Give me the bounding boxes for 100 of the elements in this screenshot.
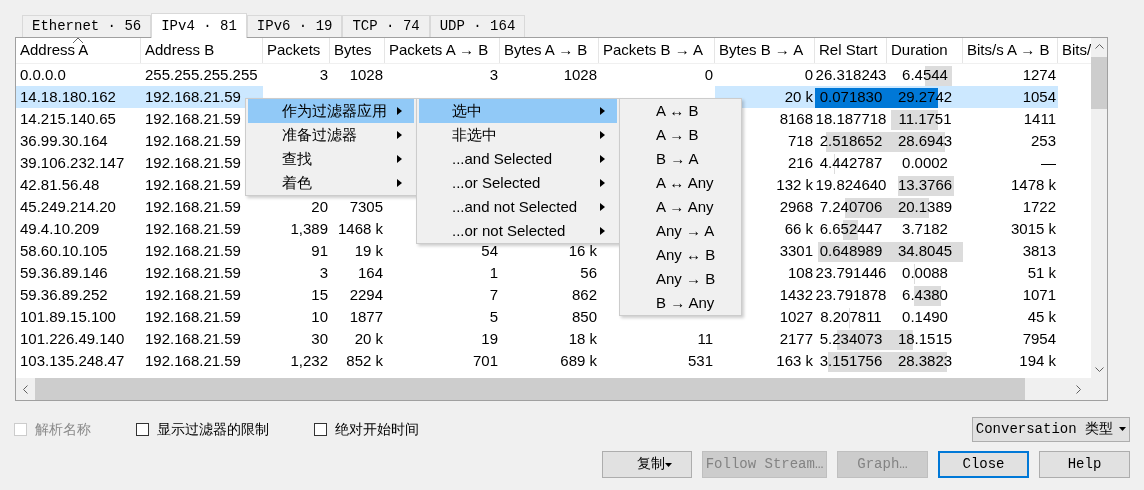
table-cell[interactable]: 19	[385, 328, 500, 350]
tab[interactable]: IPv4 · 81	[151, 13, 247, 38]
menu-item[interactable]: Any → A	[622, 219, 739, 243]
table-cell[interactable]: 0.648989	[815, 240, 887, 262]
menu-item[interactable]: B → A	[622, 147, 739, 171]
table-cell[interactable]: 1877	[330, 306, 385, 328]
table-cell[interactable]: 59.36.89.252	[16, 284, 141, 306]
tab[interactable]: IPv6 · 19	[246, 15, 343, 37]
menu-item[interactable]: A → Any	[622, 195, 739, 219]
table-cell[interactable]: 20 k	[330, 328, 385, 350]
table-cell[interactable]: 7305	[330, 196, 385, 218]
table-cell[interactable]: 39.106.232.147	[16, 152, 141, 174]
menu-item[interactable]: 着色	[248, 171, 414, 195]
table-cell[interactable]: 59.36.89.146	[16, 262, 141, 284]
table-cell[interactable]: 1028	[500, 64, 599, 86]
table-cell[interactable]: 51 k	[963, 262, 1058, 284]
table-cell[interactable]: 54	[385, 240, 500, 262]
table-cell[interactable]: 2177	[715, 328, 815, 350]
column-header[interactable]: Bytes B → A	[715, 38, 815, 63]
column-header[interactable]: Packets B → A	[599, 38, 715, 63]
dialog-button[interactable]: Help	[1039, 451, 1130, 478]
column-header[interactable]: Duration	[887, 38, 963, 63]
table-cell[interactable]: 2294	[330, 284, 385, 306]
table-cell[interactable]: 1411	[963, 108, 1058, 130]
tab[interactable]: Ethernet · 56	[22, 15, 152, 37]
table-cell[interactable]: 531	[599, 350, 715, 372]
table-cell[interactable]: 7	[385, 284, 500, 306]
table-cell[interactable]: 56	[500, 262, 599, 284]
table-cell[interactable]: 103.135.248.47	[16, 350, 141, 372]
table-cell[interactable]: 192.168.21.59	[141, 306, 263, 328]
table-cell[interactable]: 192.168.21.59	[141, 262, 263, 284]
table-cell[interactable]: 14.215.140.65	[16, 108, 141, 130]
table-cell[interactable]: 3	[385, 64, 500, 86]
table-cell[interactable]: 192.168.21.59	[141, 328, 263, 350]
menu-item[interactable]: 准备过滤器	[248, 123, 414, 147]
table-cell[interactable]: 101.89.15.100	[16, 306, 141, 328]
tab[interactable]: TCP · 74	[342, 15, 430, 37]
tab[interactable]: UDP · 164	[429, 15, 526, 37]
table-cell[interactable]: 255.255.255.255	[141, 64, 263, 86]
table-cell[interactable]: 1,389	[263, 218, 330, 240]
menu-item[interactable]: A → B	[622, 123, 739, 147]
table-cell[interactable]: 0.071830	[815, 86, 887, 108]
column-header[interactable]: Packets A → B	[385, 38, 500, 63]
table-cell[interactable]: 16 k	[500, 240, 599, 262]
table-cell[interactable]: 45 k	[963, 306, 1058, 328]
table-cell[interactable]: 1722	[963, 196, 1058, 218]
table-cell[interactable]: 194 k	[963, 350, 1058, 372]
menu-item[interactable]: 作为过滤器应用	[248, 99, 414, 123]
table-cell[interactable]: 852 k	[330, 350, 385, 372]
column-header[interactable]: Bytes A → B	[500, 38, 599, 63]
table-cell[interactable]: 1071	[963, 284, 1058, 306]
table-cell[interactable]: 0	[599, 64, 715, 86]
table-cell[interactable]: 1028	[330, 64, 385, 86]
table-cell[interactable]: 192.168.21.59	[141, 350, 263, 372]
table-cell[interactable]: 0	[715, 64, 815, 86]
table-cell[interactable]: 42.81.56.48	[16, 174, 141, 196]
table-cell[interactable]: 1	[385, 262, 500, 284]
table-cell[interactable]: 689 k	[500, 350, 599, 372]
table-cell[interactable]: 164	[330, 262, 385, 284]
table-cell[interactable]: 58.60.10.105	[16, 240, 141, 262]
column-header[interactable]: Rel Start	[815, 38, 887, 63]
table-cell[interactable]: —	[963, 152, 1058, 174]
menu-item[interactable]: A ↔ Any	[622, 171, 739, 195]
table-cell[interactable]: 253	[963, 130, 1058, 152]
menu-item[interactable]: Any ↔ B	[622, 243, 739, 267]
table-cell[interactable]: 34.8045	[887, 240, 963, 262]
vertical-scrollbar[interactable]	[1091, 38, 1107, 378]
table-cell[interactable]: 0.0.0.0	[16, 64, 141, 86]
table-cell[interactable]: 14.18.180.162	[16, 86, 141, 108]
dialog-button[interactable]: Close	[938, 451, 1029, 478]
menu-item[interactable]: 非选中	[419, 123, 617, 147]
menu-item[interactable]: ...or not Selected	[419, 219, 617, 243]
table-cell[interactable]: 45.249.214.20	[16, 196, 141, 218]
table-cell[interactable]: 862	[500, 284, 599, 306]
scroll-right-icon[interactable]	[1076, 384, 1081, 394]
table-cell[interactable]: 1274	[963, 64, 1058, 86]
table-cell[interactable]: 192.168.21.59	[141, 240, 263, 262]
table-cell[interactable]: 91	[263, 240, 330, 262]
table-cell[interactable]: 20	[263, 196, 330, 218]
column-header[interactable]: Address B	[141, 38, 263, 63]
menu-item[interactable]: 查找	[248, 147, 414, 171]
column-header[interactable]: Bytes	[330, 38, 385, 63]
table-cell[interactable]: 850	[500, 306, 599, 328]
table-cell[interactable]: 1,232	[263, 350, 330, 372]
table-cell[interactable]: 3	[263, 64, 330, 86]
table-cell[interactable]: 49.4.10.209	[16, 218, 141, 240]
scroll-up-icon[interactable]	[1094, 44, 1104, 49]
column-header[interactable]: Bits/s A → B	[963, 38, 1058, 63]
menu-item[interactable]: ...and Selected	[419, 147, 617, 171]
menu-item[interactable]: Any → B	[622, 267, 739, 291]
table-cell[interactable]: 3	[263, 262, 330, 284]
table-cell[interactable]: 10	[263, 306, 330, 328]
table-cell[interactable]: 5	[385, 306, 500, 328]
column-header[interactable]: Packets	[263, 38, 330, 63]
table-cell[interactable]: 36.99.30.164	[16, 130, 141, 152]
scrollbar-thumb[interactable]	[1091, 57, 1107, 109]
menu-item[interactable]: ...or Selected	[419, 171, 617, 195]
table-cell[interactable]: 1478 k	[963, 174, 1058, 196]
table-cell[interactable]: 7954	[963, 328, 1058, 350]
table-cell[interactable]: 192.168.21.59	[141, 196, 263, 218]
